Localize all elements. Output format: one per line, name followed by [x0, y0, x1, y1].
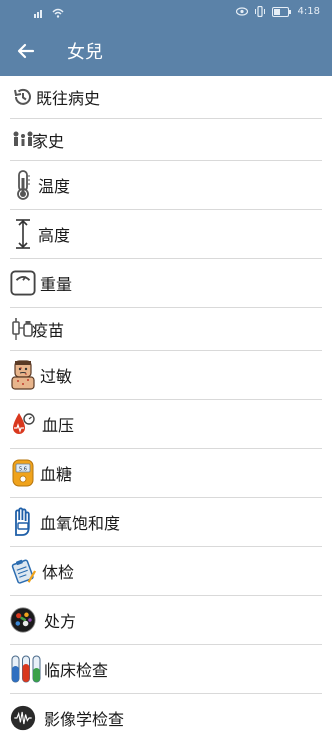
menu-item-label: 重量	[40, 275, 73, 294]
menu-item-height[interactable]: 高度	[10, 210, 322, 259]
oximeter-hand-icon	[10, 507, 36, 536]
menu-item-label: 血氧饱和度	[40, 514, 121, 533]
menu-item-label: 高度	[38, 226, 71, 245]
height-icon	[10, 219, 36, 249]
menu-item-temperature[interactable]: 温度	[10, 161, 322, 210]
menu-item-history[interactable]: 既往病史	[10, 76, 322, 119]
prescription-pills-icon	[10, 606, 36, 634]
menu-item-imaging[interactable]: 影像学检查	[10, 694, 322, 742]
menu-item-label: 影像学检查	[44, 710, 125, 729]
menu-item-label: 处方	[44, 612, 77, 631]
menu-item-label: 过敏	[40, 367, 73, 386]
history-icon	[10, 83, 36, 111]
menu-item-vaccine[interactable]: 疫苗	[10, 308, 322, 351]
status-right: 4:18	[235, 6, 320, 17]
checkup-clipboard-icon	[10, 557, 36, 585]
menu-item-label: 疫苗	[32, 321, 65, 340]
menu-item-weight[interactable]: 重量	[10, 259, 322, 308]
allergy-icon	[10, 360, 36, 390]
imaging-icon	[10, 704, 36, 732]
status-bar: 4:18	[0, 0, 332, 26]
menu-item-oxygen-saturation[interactable]: 血氧饱和度	[10, 498, 322, 547]
battery-icon	[271, 6, 291, 17]
page-title: 女兒	[67, 42, 103, 63]
scale-icon	[10, 269, 36, 297]
menu-item-label: 体检	[42, 563, 75, 582]
vibrate-icon	[254, 6, 265, 17]
thermometer-icon	[10, 170, 36, 200]
menu-item-label: 温度	[38, 177, 71, 196]
menu-item-label: 既往病史	[36, 89, 101, 108]
menu-item-checkup[interactable]: 体检	[10, 547, 322, 596]
status-left	[34, 7, 64, 18]
menu-item-label: 血压	[42, 416, 75, 435]
back-button[interactable]	[14, 39, 38, 63]
menu-item-prescription[interactable]: 处方	[10, 596, 322, 645]
menu-item-clinical-tests[interactable]: 临床检查	[10, 645, 322, 694]
wifi-icon	[52, 8, 64, 18]
glucometer-icon: 5.6	[10, 459, 36, 487]
menu-item-label: 血糖	[40, 465, 73, 484]
record-menu-list: 既往病史 家史 温度 高度 重量 疫苗 过敏 血压 5.6 血糖 血氧饱和度 体…	[0, 76, 332, 742]
arrow-left-icon	[17, 43, 35, 59]
menu-item-blood-sugar[interactable]: 5.6 血糖	[10, 449, 322, 498]
menu-item-label: 家史	[32, 131, 65, 151]
menu-item-allergy[interactable]: 过敏	[10, 351, 322, 400]
blood-pressure-icon	[10, 410, 36, 438]
menu-item-blood-pressure[interactable]: 血压	[10, 400, 322, 449]
svg-text:5.6: 5.6	[19, 467, 27, 473]
menu-item-label: 临床检查	[44, 661, 109, 680]
signal-icon	[34, 10, 42, 18]
status-time: 4:18	[297, 6, 320, 17]
test-tubes-icon	[10, 655, 42, 683]
app-bar: 女兒	[0, 26, 332, 76]
eye-icon	[235, 7, 248, 16]
menu-item-family-history[interactable]: 家史	[10, 119, 322, 161]
